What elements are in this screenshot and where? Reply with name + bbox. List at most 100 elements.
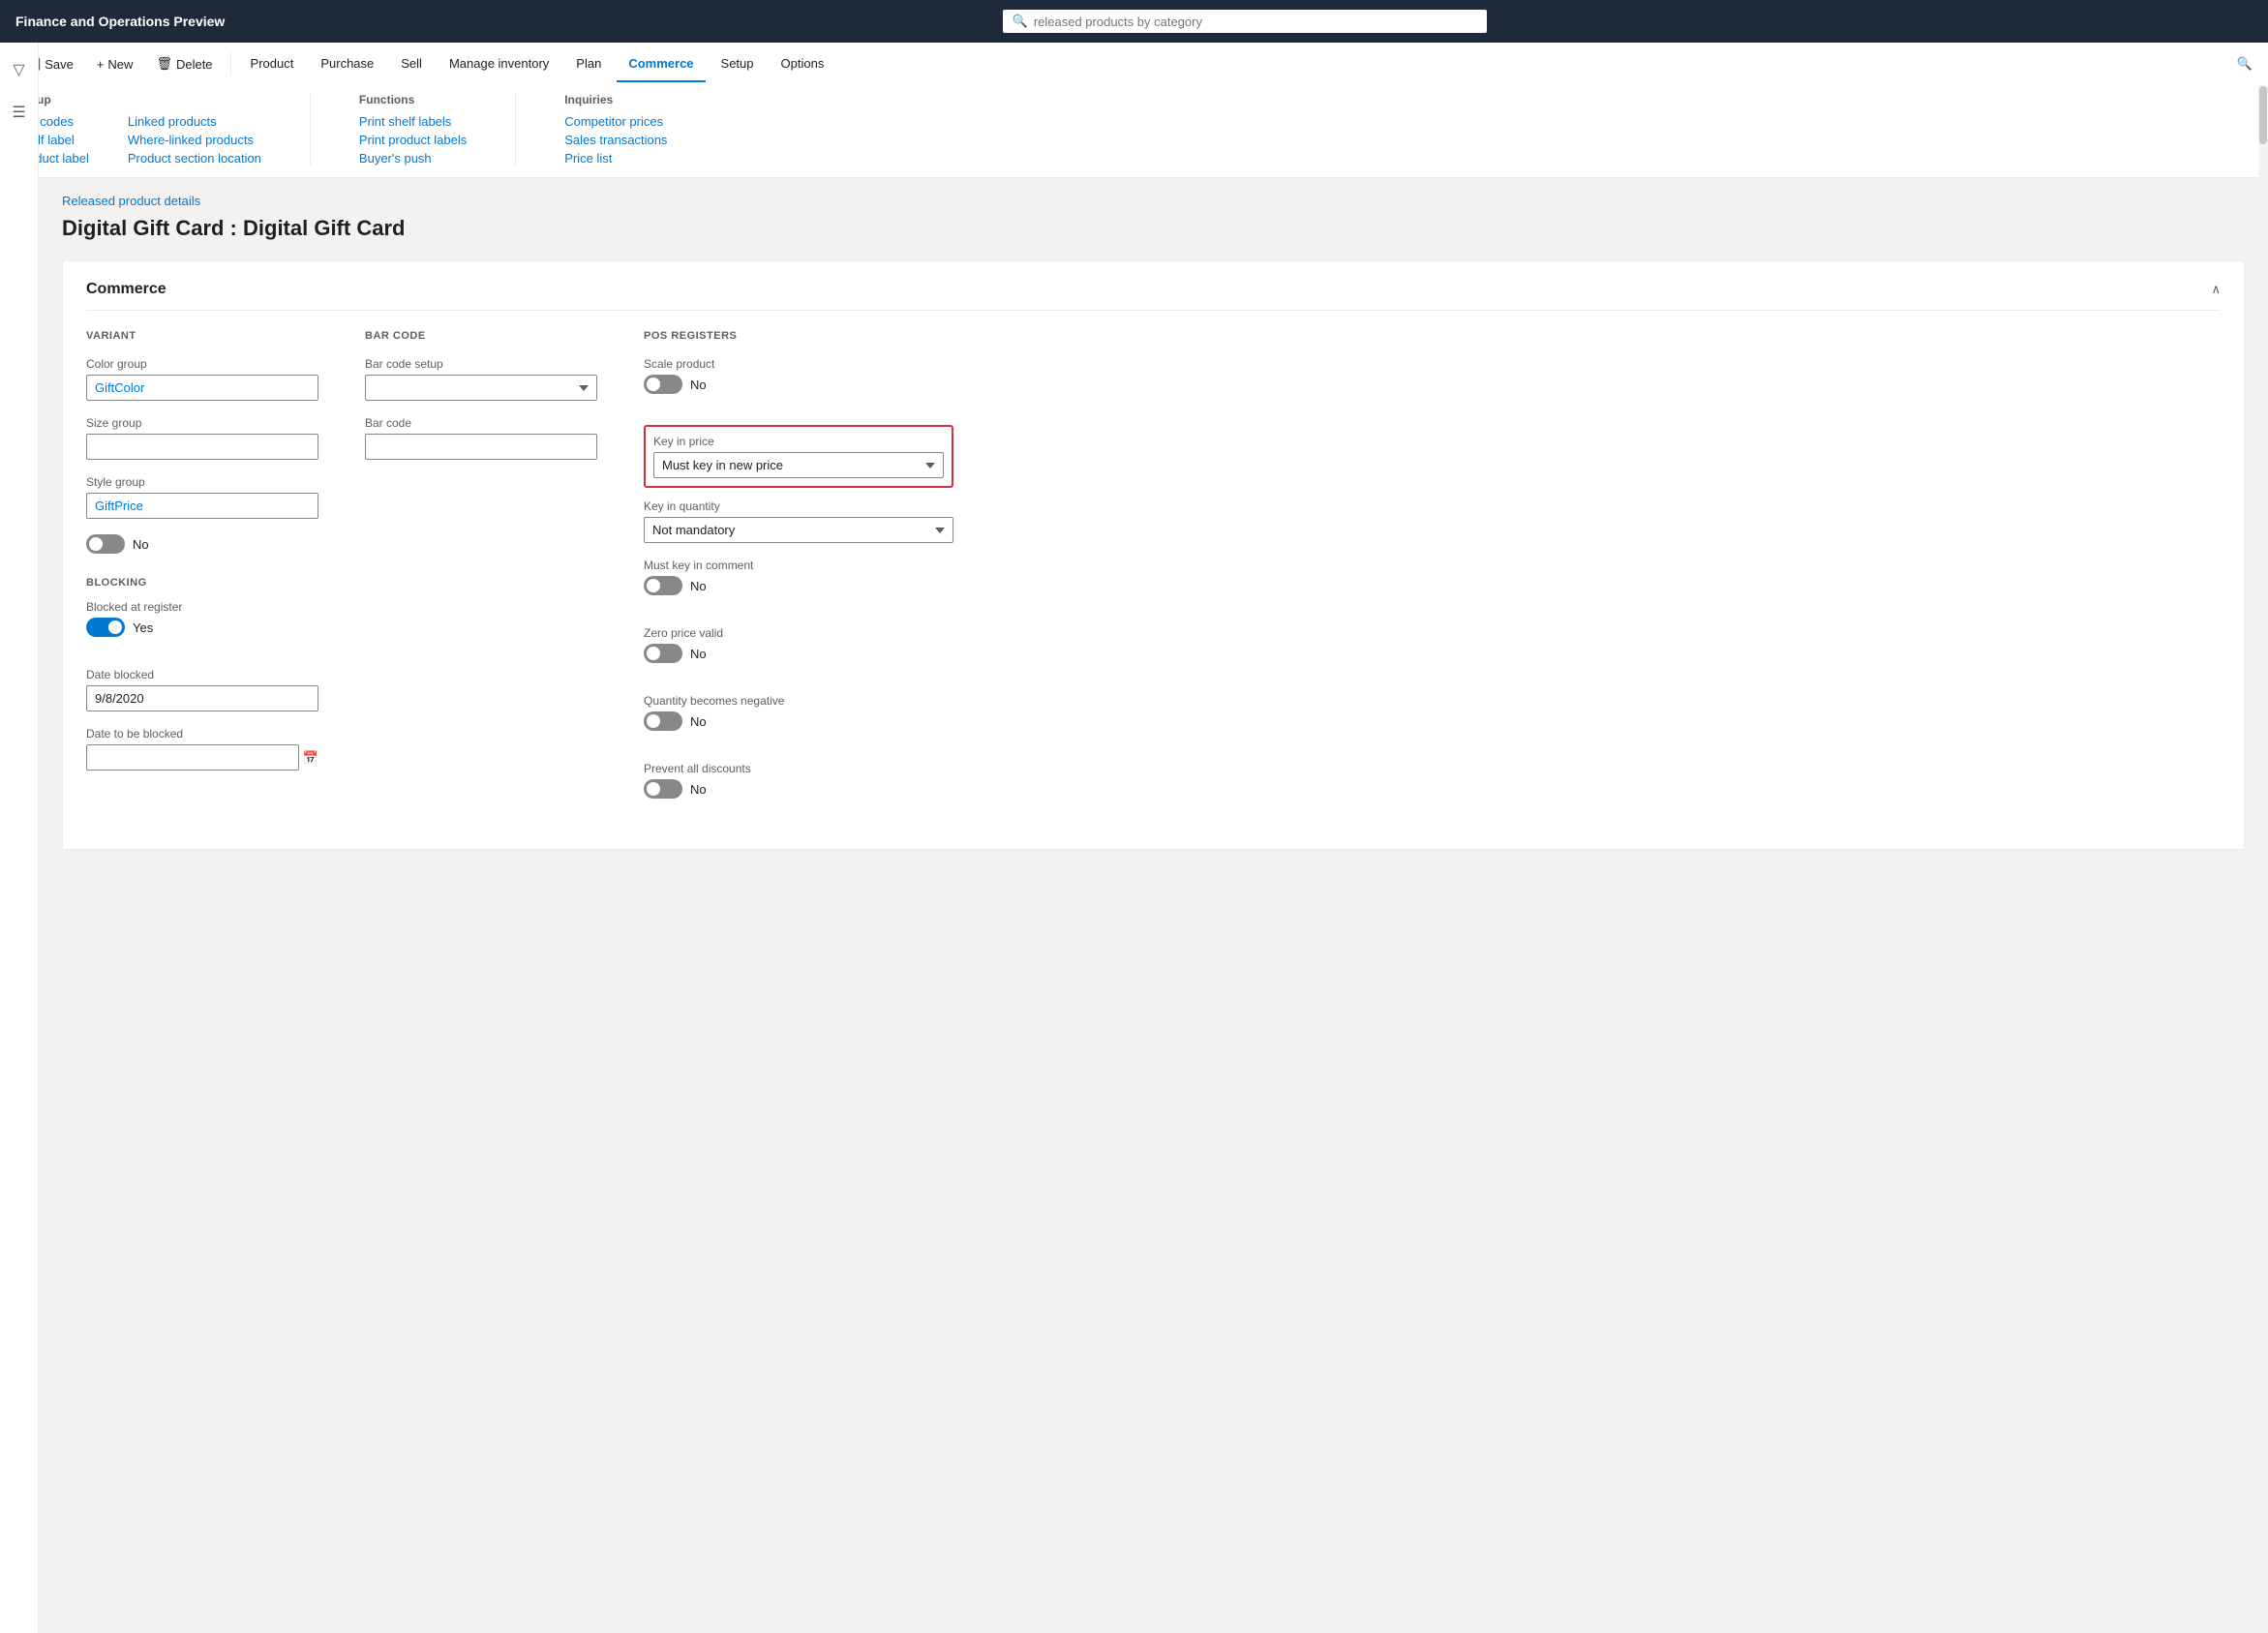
global-search[interactable]: 🔍: [1003, 10, 1487, 33]
new-button[interactable]: + New: [87, 51, 143, 77]
scale-product-row: No: [644, 375, 953, 394]
print-variants-label: No: [133, 537, 149, 552]
zero-price-valid-row: No: [644, 644, 953, 663]
tab-manage-inventory[interactable]: Manage inventory: [438, 46, 560, 82]
command-bar: 💾 Save + New 🗑 Delete Product Purchase S…: [0, 43, 2268, 178]
pos-registers-column: POS REGISTERS Scale product No: [644, 330, 953, 830]
bar-code-input[interactable]: [365, 434, 597, 460]
date-to-be-blocked-input[interactable]: [86, 744, 299, 771]
key-in-price-label: Key in price: [653, 435, 944, 448]
blocked-at-register-toggle[interactable]: [86, 618, 125, 637]
color-group-input[interactable]: [86, 375, 318, 401]
print-variants-toggle[interactable]: [86, 534, 125, 554]
product-section-link[interactable]: Product section location: [128, 151, 261, 166]
size-group-label: Size group: [86, 416, 318, 430]
tab-purchase[interactable]: Purchase: [309, 46, 385, 82]
sales-transactions-link[interactable]: Sales transactions: [564, 133, 667, 147]
quantity-negative-label: Quantity becomes negative: [644, 694, 953, 708]
scale-product-slider: [644, 375, 682, 394]
tab-options[interactable]: Options: [770, 46, 836, 82]
setup-section2: Linked products Where-linked products Pr…: [128, 93, 261, 166]
inquiries-title: Inquiries: [564, 93, 667, 106]
barcode-header: BAR CODE: [365, 330, 597, 342]
scrollbar-thumb[interactable]: [2259, 86, 2267, 144]
key-in-quantity-select[interactable]: Not mandatory Mandatory: [644, 517, 953, 543]
blocked-at-register-label: Blocked at register: [86, 600, 318, 614]
price-list-link[interactable]: Price list: [564, 151, 667, 166]
zero-price-valid-toggle[interactable]: [644, 644, 682, 663]
key-in-price-select[interactable]: Must key in new price Not mandatory Must…: [653, 452, 944, 478]
buyers-push-link[interactable]: Buyer's push: [359, 151, 467, 166]
zero-price-valid-label: Zero price valid: [644, 626, 953, 640]
print-product-labels-link[interactable]: Print product labels: [359, 133, 467, 147]
date-blocked-input[interactable]: [86, 685, 318, 711]
quantity-negative-toggle[interactable]: [644, 711, 682, 731]
must-key-in-comment-value: No: [690, 579, 707, 593]
size-group-input[interactable]: [86, 434, 318, 460]
inquiries-section: Inquiries Competitor prices Sales transa…: [564, 93, 667, 166]
new-icon: +: [97, 57, 105, 72]
tab-product[interactable]: Product: [239, 46, 306, 82]
scale-product-toggle[interactable]: [644, 375, 682, 394]
must-key-in-comment-toggle[interactable]: [644, 576, 682, 595]
date-blocked-field: Date blocked: [86, 668, 318, 711]
breadcrumb[interactable]: Released product details: [62, 194, 2245, 208]
tab-plan[interactable]: Plan: [564, 46, 613, 82]
prevent-all-discounts-row: No: [644, 779, 953, 799]
filter-icon[interactable]: ▽: [7, 54, 30, 85]
bar-code-setup-select[interactable]: [365, 375, 597, 401]
section-header: Commerce ∧: [86, 281, 2221, 311]
setup-title2: [128, 93, 261, 106]
print-shelf-labels-link[interactable]: Print shelf labels: [359, 114, 467, 129]
search-icon: 🔍: [1013, 14, 1028, 29]
scrollbar-track[interactable]: [2258, 85, 2268, 279]
must-key-in-comment-label: Must key in comment: [644, 559, 953, 572]
page-title: Digital Gift Card : Digital Gift Card: [62, 216, 2245, 241]
blocked-at-register-slider: [86, 618, 125, 637]
blocking-header: BLOCKING: [86, 577, 318, 589]
bar-code-label: Bar code: [365, 416, 597, 430]
quantity-negative-row: No: [644, 711, 953, 731]
barcode-column: BAR CODE Bar code setup Bar code: [365, 330, 597, 830]
delete-button[interactable]: 🗑 Delete: [146, 50, 222, 77]
prevent-all-discounts-field: Prevent all discounts No: [644, 762, 953, 814]
print-variants-slider: [86, 534, 125, 554]
date-blocked-label: Date blocked: [86, 668, 318, 681]
must-key-in-comment-field: Must key in comment No: [644, 559, 953, 611]
date-to-be-blocked-label: Date to be blocked: [86, 727, 318, 741]
zero-price-valid-slider: [644, 644, 682, 663]
menu-icon[interactable]: ☰: [6, 97, 31, 128]
where-linked-link[interactable]: Where-linked products: [128, 133, 261, 147]
tab-commerce[interactable]: Commerce: [617, 46, 705, 82]
main-wrapper: ▽ ☰ Released product details Digital Gif…: [0, 178, 2268, 865]
command-bar-top: 💾 Save + New 🗑 Delete Product Purchase S…: [15, 43, 2253, 85]
key-in-quantity-label: Key in quantity: [644, 499, 953, 513]
search-input[interactable]: [1034, 15, 1477, 29]
competitor-prices-link[interactable]: Competitor prices: [564, 114, 667, 129]
linked-products-link[interactable]: Linked products: [128, 114, 261, 129]
scale-product-label: Scale product: [644, 357, 953, 371]
prevent-all-discounts-value: No: [690, 782, 707, 797]
setup-items2: Linked products Where-linked products Pr…: [128, 114, 261, 166]
key-in-quantity-field: Key in quantity Not mandatory Mandatory: [644, 499, 953, 543]
main-content: Released product details Digital Gift Ca…: [39, 178, 2268, 865]
variant-column: VARIANT Color group Size group Style gro…: [86, 330, 318, 830]
bar-code-setup-field: Bar code setup: [365, 357, 597, 401]
tab-setup[interactable]: Setup: [710, 46, 766, 82]
separator: [230, 52, 231, 76]
key-in-price-highlighted: Key in price Must key in new price Not m…: [644, 425, 953, 488]
quantity-negative-slider: [644, 711, 682, 731]
prevent-all-discounts-toggle[interactable]: [644, 779, 682, 799]
search-icon-cmd[interactable]: 🔍: [2237, 56, 2253, 72]
tab-sell[interactable]: Sell: [389, 46, 434, 82]
calendar-icon[interactable]: 📅: [303, 750, 318, 766]
style-group-input[interactable]: [86, 493, 318, 519]
functions-section: Functions Print shelf labels Print produ…: [359, 93, 467, 166]
collapse-icon[interactable]: ∧: [2211, 282, 2221, 297]
section-title: Commerce: [86, 281, 166, 298]
divider2: [515, 93, 516, 166]
blocked-at-register-row: Yes: [86, 618, 318, 637]
form-columns: VARIANT Color group Size group Style gro…: [86, 330, 2221, 830]
quantity-negative-value: No: [690, 714, 707, 729]
date-to-be-blocked-field: Date to be blocked 📅: [86, 727, 318, 771]
